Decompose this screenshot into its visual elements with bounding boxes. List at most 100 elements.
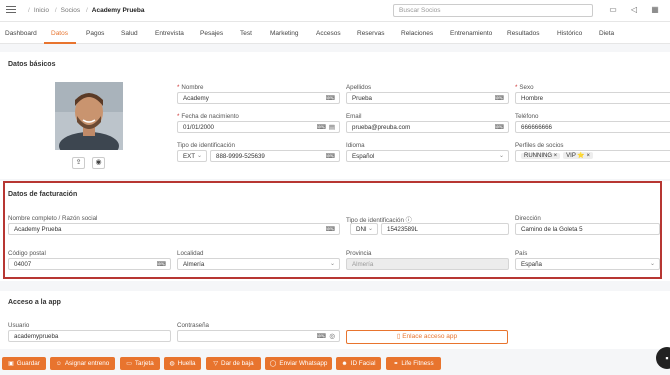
keyboard-icon: ⌨	[316, 333, 326, 340]
tab-resultados[interactable]: Resultados	[507, 30, 540, 37]
apellidos-value: Prueba	[352, 95, 372, 102]
keyboard-icon: ⌨	[494, 95, 504, 102]
tab-dieta[interactable]: Dieta	[599, 30, 614, 37]
email-field[interactable]: prueba@preuba.com ⌨	[346, 121, 509, 133]
billing-id-number-field[interactable]: 15423589L	[381, 223, 509, 235]
perfil-tag-vip[interactable]: VIP ⭐ ×	[563, 152, 594, 159]
person-icon: ☺	[55, 361, 62, 367]
tab-test[interactable]: Test	[240, 30, 252, 37]
usuario-label: Usuario	[8, 322, 30, 329]
megaphone-icon[interactable]: ◁	[629, 5, 639, 15]
chevron-down-icon: ⌄	[649, 261, 655, 267]
password-field[interactable]: ⌨ ◎	[177, 330, 340, 342]
usuario-value: academyprueba	[14, 333, 59, 340]
tab-historico[interactable]: Histórico	[557, 30, 582, 37]
sexo-value: Hombre	[521, 95, 544, 102]
face-id-button-label: ID Facial	[350, 360, 376, 367]
face-id-button[interactable]: ☻ ID Facial	[336, 357, 381, 370]
profile-photo	[55, 82, 123, 150]
localidad-select[interactable]: Almería ⌄	[177, 258, 340, 270]
fingerprint-button[interactable]: ◍ Huella	[164, 357, 201, 370]
keyboard-icon: ⌨	[325, 226, 335, 233]
tab-pagos[interactable]: Pagos	[86, 30, 104, 37]
usuario-field[interactable]: academyprueba	[8, 330, 171, 342]
tab-accesos[interactable]: Accesos	[316, 30, 341, 37]
password-label: Contraseña	[177, 322, 209, 329]
sexo-select[interactable]: Hombre	[515, 92, 670, 104]
idioma-value: Español	[352, 153, 375, 160]
save-button[interactable]: ▣ Guardar	[2, 357, 46, 370]
grid-icon[interactable]: ▦	[650, 5, 660, 15]
chevron-down-icon: ⌄	[329, 261, 335, 267]
nombre-value: Academy	[183, 95, 209, 102]
tab-relaciones[interactable]: Relaciones	[401, 30, 433, 37]
apellidos-field[interactable]: Prueba ⌨	[346, 92, 509, 104]
billing-nombre-label: Nombre completo / Razón social	[8, 215, 98, 222]
id-number-field[interactable]: 888-9999-525639 ⌨	[210, 150, 340, 162]
billing-nombre-field[interactable]: Academy Prueba ⌨	[8, 223, 340, 235]
active-tab-indicator	[44, 42, 76, 44]
tab-bar: Dashboard Datos Pagos Salud Entrevista P…	[0, 22, 670, 44]
tab-dashboard[interactable]: Dashboard	[5, 30, 37, 37]
perfiles-field[interactable]: RUNNING × VIP ⭐ ×	[515, 150, 670, 162]
document-icon: ▯	[396, 333, 401, 340]
tab-salud[interactable]: Salud	[121, 30, 138, 37]
fecha-field[interactable]: 01/01/2000 ⌨ ▤	[177, 121, 340, 133]
telefono-field[interactable]: 666666666	[515, 121, 670, 133]
tab-marketing[interactable]: Marketing	[270, 30, 299, 37]
tab-datos[interactable]: Datos	[51, 30, 68, 37]
direccion-field[interactable]: Camino de la Goleta 5	[515, 223, 660, 235]
perfil-tag-running[interactable]: RUNNING ×	[521, 153, 561, 159]
app-link-button[interactable]: ▯ Enlace acceso app	[346, 330, 508, 344]
whatsapp-button[interactable]: ◯ Enviar Whatsapp	[265, 357, 332, 370]
calendar-icon[interactable]: ▤	[329, 123, 335, 131]
life-fitness-button-label: Life Fitness	[401, 360, 434, 367]
chat-icon[interactable]: ▪	[656, 347, 670, 369]
billing-title: Datos de facturación	[8, 191, 78, 198]
localidad-label: Localidad	[177, 250, 204, 257]
email-value: prueba@preuba.com	[352, 124, 411, 131]
chevron-down-icon: ⌄	[196, 153, 202, 159]
billing-id-number-value: 15423589L	[387, 226, 418, 233]
card-button[interactable]: ▭ Tarjeta	[120, 357, 160, 370]
localidad-value: Almería	[183, 261, 205, 268]
menu-icon[interactable]	[6, 6, 16, 15]
eye-icon[interactable]: ◎	[329, 332, 335, 340]
fecha-label: * Fecha de nacimiento	[177, 113, 239, 120]
tab-pesajes[interactable]: Pesajes	[200, 30, 223, 37]
cp-field[interactable]: 04007 ⌨	[8, 258, 171, 270]
breadcrumb-home[interactable]: Inicio	[34, 7, 49, 14]
pais-select[interactable]: España ⌄	[515, 258, 660, 270]
card-button-label: Tarjeta	[134, 360, 154, 367]
keyboard-icon: ⌨	[325, 153, 335, 160]
fecha-value: 01/01/2000	[183, 124, 214, 131]
tipo-id-select[interactable]: EXT ⌄	[177, 150, 207, 162]
tab-entrenamiento[interactable]: Entrenamiento	[450, 30, 492, 37]
life-fitness-button[interactable]: ⚭ Life Fitness	[386, 357, 441, 370]
search-input[interactable]: Buscar Socios	[393, 4, 593, 17]
unsubscribe-button[interactable]: ▽ Dar de baja	[206, 357, 261, 370]
tab-entrevista[interactable]: Entrevista	[155, 30, 184, 37]
basic-data-title: Datos básicos	[8, 61, 56, 68]
sexo-label-text: Sexo	[519, 84, 534, 91]
tab-reservas[interactable]: Reservas	[357, 30, 384, 37]
provincia-value: Almería	[352, 261, 374, 268]
idioma-select[interactable]: Español ⌄	[346, 150, 509, 162]
card-icon[interactable]: ▭	[608, 5, 618, 15]
app-access-title: Acceso a la app	[8, 299, 61, 306]
breadcrumb-socios[interactable]: Socios	[61, 7, 81, 14]
keyboard-icon: ⌨	[494, 124, 504, 131]
save-button-label: Guardar	[16, 360, 40, 367]
billing-nombre-value: Academy Prueba	[14, 226, 62, 233]
chevron-down-icon: ⌄	[498, 153, 504, 159]
telefono-value: 666666666	[521, 124, 552, 131]
whatsapp-icon: ◯	[269, 361, 277, 367]
assign-training-button[interactable]: ☺ Asignar entreno	[50, 357, 115, 370]
save-icon: ▣	[8, 361, 14, 367]
assign-training-button-label: Asignar entreno	[64, 360, 110, 367]
billing-tipo-id-select[interactable]: DNI ⌄	[350, 223, 378, 235]
nombre-field[interactable]: Academy ⌨	[177, 92, 340, 104]
upload-photo-button[interactable]: ⇪	[72, 157, 85, 169]
pais-label: País	[515, 250, 528, 257]
camera-button[interactable]: ◉	[92, 157, 105, 169]
